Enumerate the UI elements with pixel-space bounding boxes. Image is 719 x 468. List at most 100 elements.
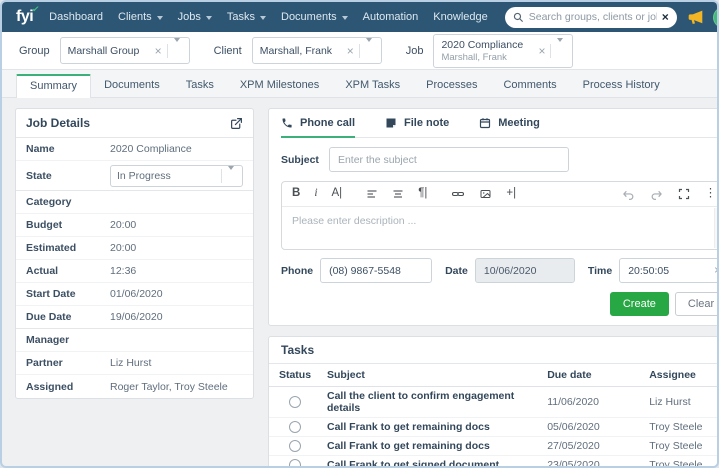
nav-item-label: Jobs — [177, 11, 201, 23]
clear-icon[interactable]: × — [533, 44, 550, 58]
field-label: Budget — [26, 219, 63, 231]
fullscreen-icon[interactable] — [678, 188, 690, 200]
chevron-down-icon — [156, 15, 163, 20]
editor-scrollbar[interactable] — [714, 208, 717, 248]
fyi-logo[interactable]: fyi ✓ — [16, 4, 40, 26]
create-button[interactable]: Create — [609, 292, 669, 316]
status-radio[interactable] — [289, 396, 301, 408]
undo-icon[interactable] — [622, 189, 635, 200]
subject-label: Subject — [281, 153, 319, 166]
tab-meeting[interactable]: Meeting — [479, 117, 540, 138]
task-assignee: Liz Hurst — [649, 396, 691, 408]
tab-process-history[interactable]: Process History — [570, 74, 673, 97]
tab-summary[interactable]: Summary — [16, 74, 92, 98]
task-assignee: Troy Steele — [649, 440, 703, 452]
clear-time-icon[interactable]: × — [714, 263, 717, 277]
chevron-down-icon — [205, 15, 212, 20]
task-row[interactable]: Call Frank to get signed document 23/05/… — [269, 456, 717, 468]
task-status-cell — [269, 393, 321, 411]
job-selector[interactable]: 2020 Compliance Marshall, Frank × — [433, 33, 574, 68]
tab-xpm-milestones[interactable]: XPM Milestones — [227, 74, 332, 97]
task-due-date: 05/06/2020 — [547, 421, 600, 433]
nav-item-knowledge[interactable]: Knowledge — [433, 11, 487, 23]
nav-item-label: Clients — [118, 11, 152, 23]
task-due-date: 27/05/2020 — [547, 440, 600, 452]
field-label: Partner — [26, 357, 63, 369]
global-search: × — [504, 6, 677, 28]
subject-input[interactable] — [328, 147, 569, 172]
font-format-icon[interactable]: A| — [332, 188, 343, 200]
field-value: Roger Taylor, Troy Steele — [110, 380, 228, 393]
phone-input[interactable] — [320, 258, 433, 283]
search-icon — [513, 12, 524, 23]
image-icon[interactable] — [479, 188, 492, 200]
clear-icon[interactable]: × — [342, 44, 359, 58]
job-selector-title: 2020 Compliance — [441, 38, 524, 51]
task-due-date: 11/06/2020 — [547, 396, 599, 408]
state-select[interactable]: In Progress — [110, 164, 243, 187]
italic-icon[interactable]: i — [314, 188, 317, 200]
job-detail-row-actual: Actual 12:36 — [16, 260, 253, 283]
tab-file-note[interactable]: File note — [385, 117, 449, 138]
chevron-down-icon[interactable] — [168, 37, 182, 60]
nav-item-jobs[interactable]: Jobs — [178, 11, 212, 23]
tab-processes[interactable]: Processes — [413, 74, 490, 97]
clear-icon[interactable]: × — [150, 44, 167, 58]
task-row[interactable]: Call Frank to get remaining docs 05/06/2… — [269, 418, 717, 437]
description-input[interactable]: Please enter description ... — [282, 207, 717, 249]
add-button[interactable]: + — [712, 6, 717, 28]
status-radio[interactable] — [289, 421, 301, 433]
megaphone-icon[interactable] — [687, 10, 704, 25]
tab-documents[interactable]: Documents — [91, 74, 173, 97]
nav-item-clients[interactable]: Clients — [118, 11, 163, 23]
redo-icon[interactable] — [650, 189, 663, 200]
task-subject: Call Frank to get signed document — [327, 459, 500, 468]
column-header-subject: Subject — [327, 369, 365, 381]
tab-phone-call[interactable]: Phone call — [281, 117, 356, 138]
status-radio[interactable] — [289, 459, 301, 466]
tab-comments[interactable]: Comments — [490, 74, 569, 97]
paragraph-format-icon[interactable]: ¶| — [418, 188, 427, 200]
align-left-icon[interactable] — [366, 188, 378, 200]
logo-text: fyi — [16, 8, 34, 25]
editor-toolbar: B i A| ¶| +| ⋮ — [282, 182, 717, 207]
chevron-down-icon[interactable] — [551, 37, 565, 60]
composer-tab-label: Phone call — [300, 117, 356, 129]
task-row[interactable]: Call the client to confirm engagement de… — [269, 387, 717, 418]
right-column: Phone call File note Meeting Subject Ent… — [268, 108, 717, 468]
content-area: Job Details Name 2020 Compliance State I… — [2, 98, 717, 468]
tab-xpm-tasks[interactable]: XPM Tasks — [332, 74, 413, 97]
field-label: Due Date — [26, 311, 72, 323]
client-selector[interactable]: Marshall, Frank × — [251, 37, 382, 64]
field-label: Start Date — [26, 288, 76, 300]
date-input[interactable] — [474, 258, 575, 283]
group-selector[interactable]: Marshall Group × — [59, 37, 190, 64]
chevron-down-icon[interactable] — [222, 165, 236, 182]
group-label: Group — [19, 44, 50, 57]
job-detail-row-partner: Partner Liz Hurst — [16, 352, 253, 375]
context-bar: Group Marshall Group × Client Marshall, … — [2, 32, 717, 70]
bold-icon[interactable]: B — [292, 188, 300, 200]
more-options-icon[interactable]: ⋮ — [705, 188, 717, 200]
task-row[interactable]: Call Frank to get remaining docs 27/05/2… — [269, 437, 717, 456]
nav-item-dashboard[interactable]: Dashboard — [49, 11, 103, 23]
external-link-icon[interactable] — [230, 117, 243, 130]
tasks-table-header: Status Subject Due date Assignee — [269, 364, 717, 387]
field-label: Estimated — [26, 242, 77, 254]
nav-item-documents[interactable]: Documents — [281, 11, 348, 23]
nav-item-automation[interactable]: Automation — [363, 11, 419, 23]
nav-item-tasks[interactable]: Tasks — [227, 11, 266, 23]
search-input[interactable] — [528, 11, 657, 23]
align-center-icon[interactable] — [392, 188, 404, 200]
chevron-down-icon[interactable] — [360, 37, 374, 60]
clear-button[interactable]: Clear — [674, 292, 717, 316]
status-radio[interactable] — [289, 440, 301, 452]
search-clear-icon[interactable]: × — [662, 11, 669, 23]
insert-more-icon[interactable]: +| — [506, 188, 516, 200]
time-input[interactable] — [619, 258, 717, 283]
tab-tasks[interactable]: Tasks — [173, 74, 227, 97]
composer-tab-bar: Phone call File note Meeting — [281, 109, 717, 138]
client-label: Client — [213, 44, 242, 57]
phone-icon — [281, 117, 293, 129]
link-icon[interactable] — [451, 188, 465, 200]
